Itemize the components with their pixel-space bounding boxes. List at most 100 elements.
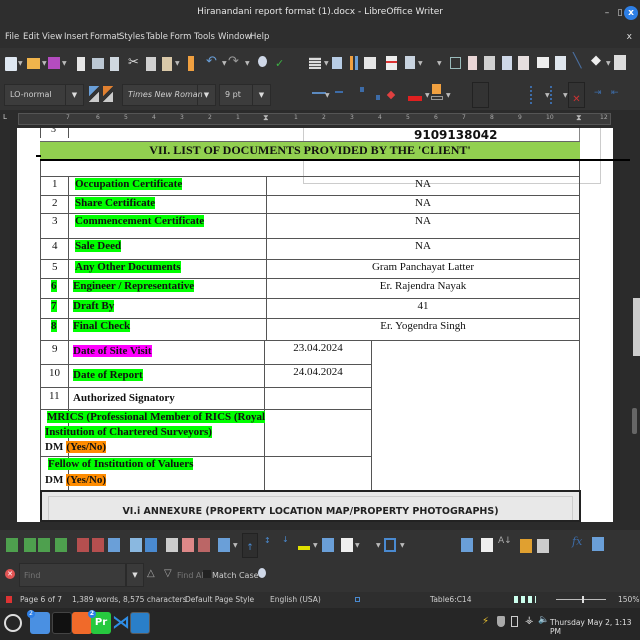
bg-color-dropdown-arrow[interactable]: ▼ — [313, 542, 318, 549]
delete-column-icon[interactable] — [92, 538, 104, 552]
document-value[interactable]: 41 — [267, 300, 579, 312]
paste-icon[interactable] — [162, 57, 172, 71]
close-document-button[interactable]: x — [627, 32, 632, 42]
unprotect-cells-icon[interactable] — [537, 539, 549, 553]
insert-column-after-icon[interactable] — [55, 538, 67, 552]
mint-menu-icon[interactable] — [4, 614, 22, 632]
table-dialog-icon[interactable] — [592, 537, 604, 551]
document-value[interactable]: Er. Yogendra Singh — [267, 320, 579, 332]
indent-icon[interactable]: ⇥ — [594, 88, 602, 98]
clone-formatting-icon[interactable] — [188, 56, 194, 71]
date-value[interactable]: 24.04.2024 — [265, 366, 371, 378]
find-history-dropdown[interactable]: ▼ — [126, 563, 144, 587]
select-cell-icon[interactable] — [130, 538, 142, 552]
insert-column-before-icon[interactable] — [38, 538, 50, 552]
numbering-dropdown-arrow[interactable]: ▼ — [563, 92, 568, 99]
numbering-icon[interactable] — [550, 86, 552, 104]
find-previous-icon[interactable]: △ — [147, 568, 155, 579]
premiere-app-icon[interactable]: Pr 2 — [88, 610, 111, 634]
no-list-icon[interactable]: ✕ — [568, 82, 585, 108]
update-style-icon[interactable] — [89, 86, 99, 102]
protect-cells-icon[interactable] — [520, 539, 532, 553]
zoom-slider-handle[interactable] — [582, 596, 584, 603]
insert-cross-reference-icon[interactable] — [518, 56, 529, 70]
highlight-dropdown-arrow[interactable]: ▼ — [446, 92, 451, 99]
spelling-icon[interactable] — [258, 56, 267, 67]
insert-line-icon[interactable]: ╲ — [573, 53, 581, 69]
find-next-icon[interactable]: ▽ — [164, 568, 172, 579]
page-style[interactable]: Default Page Style — [185, 595, 254, 604]
undo-icon[interactable]: ↶ — [206, 54, 217, 69]
sidebar-toggle-handle[interactable] — [633, 298, 640, 356]
table-dropdown-arrow[interactable]: ▼ — [324, 60, 329, 67]
volume-icon[interactable]: 🔈 — [538, 615, 549, 625]
page-indicator[interactable]: Page 6 of 7 — [20, 595, 62, 604]
insert-textbox-icon[interactable] — [364, 57, 376, 69]
character-spacing-box[interactable] — [472, 82, 489, 108]
menu-tools[interactable]: Tools — [194, 32, 215, 42]
font-size-select[interactable]: 9 pt ▼ — [219, 84, 271, 106]
shapes-dropdown-arrow[interactable]: ▼ — [606, 60, 611, 67]
scrollbar-thumb[interactable] — [632, 408, 637, 434]
paragraph-style-select[interactable]: LO-normal ▼ — [4, 84, 84, 106]
document-value[interactable]: NA — [267, 215, 579, 227]
underline-icon[interactable] — [312, 92, 326, 94]
field-dropdown-arrow[interactable]: ▼ — [418, 60, 423, 67]
date-value[interactable]: 23.04.2024 — [265, 342, 371, 354]
writer-app-icon[interactable] — [130, 612, 150, 634]
menu-window[interactable]: Window — [218, 32, 252, 42]
zoom-slider[interactable] — [556, 599, 606, 600]
view-layout-icons[interactable] — [514, 596, 536, 603]
terminal-app-icon[interactable] — [52, 612, 72, 634]
redo-dropdown-arrow[interactable]: ▼ — [245, 60, 250, 67]
insert-comment-icon[interactable] — [537, 57, 549, 68]
open-dropdown-arrow[interactable]: ▼ — [42, 60, 47, 67]
table-properties-icon[interactable] — [322, 538, 334, 552]
vscode-app-icon[interactable]: ⋊ — [111, 612, 131, 634]
border-style-dropdown-arrow[interactable]: ▼ — [376, 542, 381, 549]
print-preview-icon[interactable] — [110, 57, 119, 71]
copy-icon[interactable] — [146, 57, 156, 71]
outdent-icon[interactable]: ⇤ — [611, 88, 619, 98]
close-button[interactable]: x — [624, 6, 638, 20]
export-pdf-icon[interactable] — [77, 57, 85, 71]
update-manager-icon[interactable]: ⚡ — [482, 616, 489, 627]
track-changes-icon[interactable] — [555, 56, 566, 70]
align-top-icon[interactable]: ↑ — [242, 533, 258, 558]
insert-row-below-icon[interactable] — [24, 538, 36, 552]
optimize-dropdown-arrow[interactable]: ▼ — [233, 542, 238, 549]
bullets-icon[interactable] — [530, 86, 532, 104]
menu-table[interactable]: Table — [146, 32, 168, 42]
language[interactable]: English (USA) — [270, 595, 321, 604]
table-cell-bg-color-icon[interactable] — [298, 546, 310, 550]
document-page[interactable]: 3 9109138042 VII. LIST OF DOCUMENTS PROV… — [17, 128, 630, 522]
basic-shapes-icon[interactable]: ◆ — [591, 53, 601, 68]
menu-edit[interactable]: Edit — [23, 32, 39, 42]
align-center-icon[interactable]: ↕ — [264, 536, 271, 545]
clock[interactable]: Thursday May 2, 1:13 PM — [550, 618, 640, 636]
new-style-icon[interactable] — [103, 86, 113, 102]
menu-styles[interactable]: Styles — [119, 32, 145, 42]
match-case-checkbox[interactable] — [203, 570, 211, 578]
find-replace-icon[interactable] — [258, 568, 266, 578]
document-value[interactable]: Er. Rajendra Nayak — [267, 280, 579, 292]
chevron-down-icon[interactable]: ▼ — [65, 85, 83, 105]
open-folder-icon[interactable] — [27, 58, 40, 69]
battery-icon[interactable] — [511, 616, 518, 627]
undo-dropdown-arrow[interactable]: ▼ — [222, 60, 227, 67]
insert-object-icon[interactable] — [614, 55, 626, 70]
special-char-dropdown-arrow[interactable]: ▼ — [437, 60, 442, 67]
shield-icon[interactable] — [497, 616, 505, 627]
chevron-down-icon[interactable]: ▼ — [197, 85, 215, 105]
save-dropdown-arrow[interactable]: ▼ — [62, 60, 67, 67]
word-count[interactable]: 1,389 words, 8,575 characters — [72, 595, 187, 604]
select-table-icon[interactable] — [145, 538, 157, 552]
print-icon[interactable] — [92, 58, 104, 69]
underline-dropdown-arrow[interactable]: ▼ — [325, 92, 330, 99]
font-color-icon[interactable] — [408, 96, 422, 101]
borders-icon[interactable] — [341, 538, 353, 552]
optimize-size-icon[interactable] — [218, 538, 230, 552]
borders-dropdown-arrow[interactable]: ▼ — [355, 542, 360, 549]
document-value[interactable]: NA — [267, 240, 579, 252]
vertical-scrollbar[interactable] — [630, 128, 640, 530]
